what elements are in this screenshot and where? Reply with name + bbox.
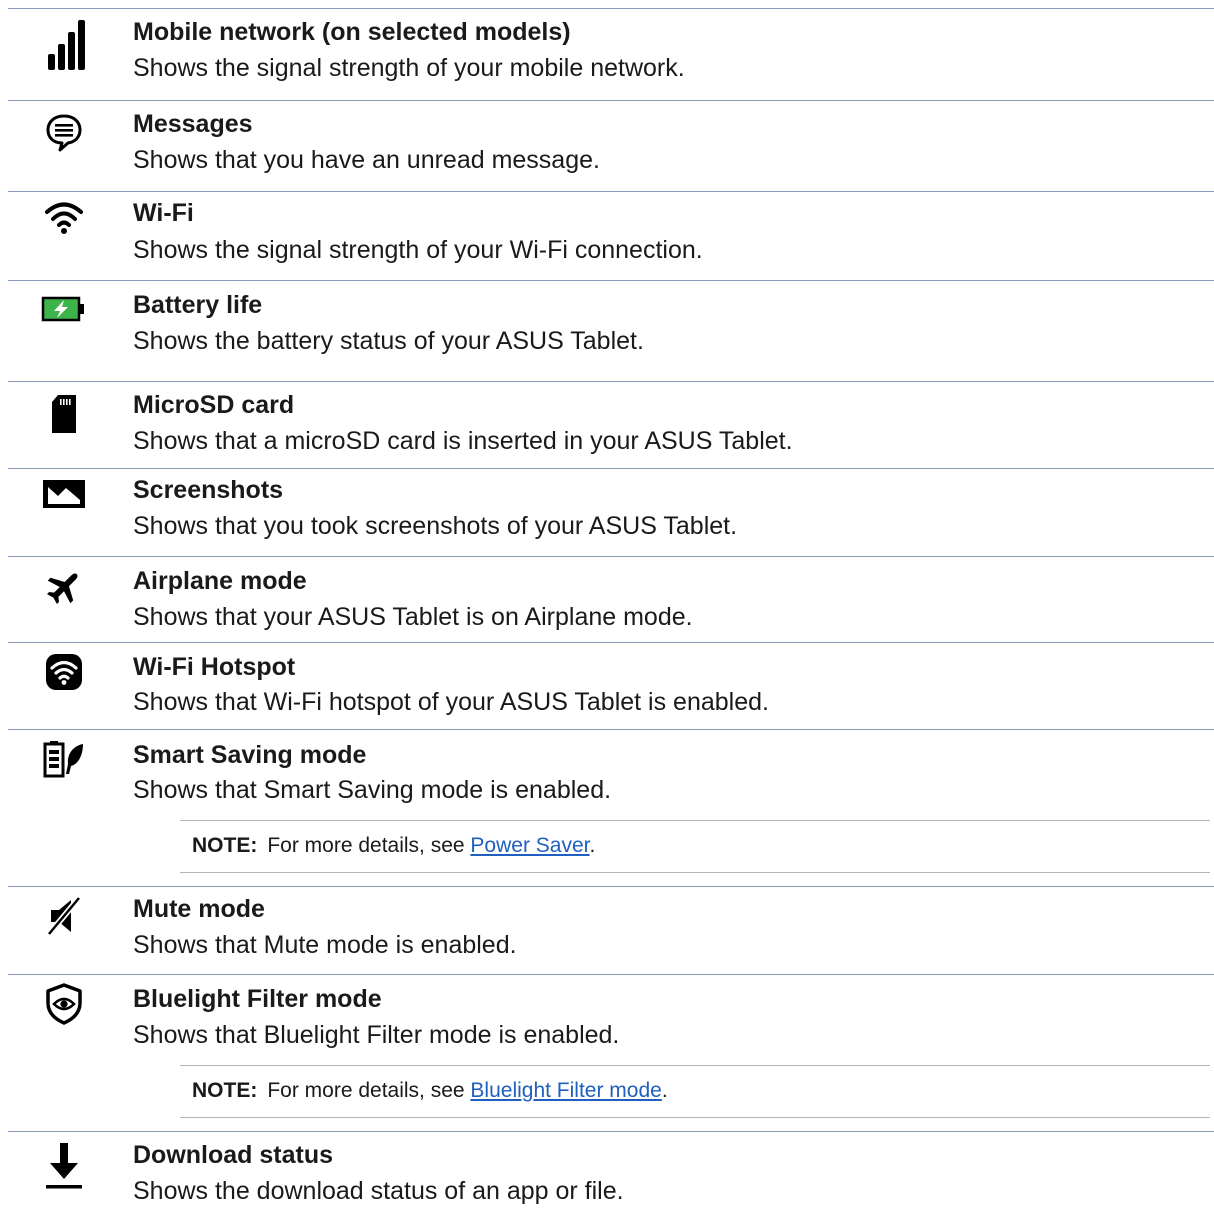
message-bubble-icon bbox=[36, 112, 92, 164]
item-description: Shows that a microSD card is inserted in… bbox=[133, 427, 793, 455]
item-description: Shows that you took screenshots of your … bbox=[133, 512, 738, 540]
divider bbox=[8, 280, 1214, 281]
note-text: For more details, see bbox=[267, 834, 471, 857]
microsd-card-icon bbox=[36, 394, 92, 446]
note-label: NOTE: bbox=[192, 1079, 258, 1102]
divider bbox=[8, 100, 1214, 101]
bluelight-filter-link[interactable]: Bluelight Filter mode bbox=[470, 1079, 661, 1102]
divider bbox=[8, 556, 1214, 557]
divider bbox=[8, 642, 1214, 643]
note-period: . bbox=[661, 1079, 668, 1102]
shield-eye-icon bbox=[36, 983, 92, 1035]
mute-speaker-icon bbox=[36, 896, 92, 948]
item-title: Mobile network (on selected models) bbox=[133, 18, 571, 46]
divider bbox=[8, 974, 1214, 975]
item-description: Shows that Smart Saving mode is enabled. bbox=[133, 776, 612, 804]
note-divider bbox=[180, 820, 1210, 821]
item-description: Shows the download status of an app or f… bbox=[133, 1177, 624, 1205]
divider bbox=[8, 191, 1214, 192]
battery-leaf-icon bbox=[36, 740, 92, 792]
item-title: Wi-Fi Hotspot bbox=[133, 653, 296, 681]
divider bbox=[8, 381, 1214, 382]
note: NOTE: For more details, see Power Saver. bbox=[192, 833, 595, 859]
power-saver-link[interactable]: Power Saver bbox=[470, 834, 589, 857]
item-title: Bluelight Filter mode bbox=[133, 985, 382, 1013]
battery-charging-icon bbox=[36, 296, 92, 348]
note-text: For more details, see bbox=[267, 1079, 471, 1102]
note-divider bbox=[180, 872, 1210, 873]
note-divider bbox=[180, 1117, 1210, 1118]
item-description: Shows that Wi-Fi hotspot of your ASUS Ta… bbox=[133, 688, 769, 716]
item-title: Smart Saving mode bbox=[133, 741, 367, 769]
divider bbox=[8, 886, 1214, 887]
divider bbox=[8, 1131, 1214, 1132]
wifi-icon bbox=[36, 200, 92, 252]
item-title: Battery life bbox=[133, 291, 263, 319]
item-description: Shows the battery status of your ASUS Ta… bbox=[133, 327, 644, 355]
item-title: Download status bbox=[133, 1141, 334, 1169]
item-description: Shows that Bluelight Filter mode is enab… bbox=[133, 1021, 620, 1049]
item-title: MicroSD card bbox=[133, 391, 295, 419]
item-title: Wi-Fi bbox=[133, 199, 194, 227]
item-description: Shows that Mute mode is enabled. bbox=[133, 931, 517, 959]
download-arrow-icon bbox=[36, 1141, 92, 1193]
item-description: Shows the signal strength of your Wi-Fi … bbox=[133, 236, 703, 264]
item-title: Screenshots bbox=[133, 476, 284, 504]
item-description: Shows that you have an unread message. bbox=[133, 146, 600, 174]
item-description: Shows the signal strength of your mobile… bbox=[133, 54, 685, 82]
airplane-icon bbox=[36, 567, 92, 619]
note: NOTE: For more details, see Bluelight Fil… bbox=[192, 1078, 668, 1104]
divider bbox=[8, 8, 1214, 9]
divider bbox=[8, 468, 1214, 469]
item-title: Airplane mode bbox=[133, 567, 307, 595]
note-period: . bbox=[589, 834, 596, 857]
item-title: Mute mode bbox=[133, 895, 265, 923]
item-description: Shows that your ASUS Tablet is on Airpla… bbox=[133, 603, 693, 631]
signal-bars-icon bbox=[36, 20, 92, 72]
item-title: Messages bbox=[133, 110, 253, 138]
divider bbox=[8, 729, 1214, 730]
note-divider bbox=[180, 1065, 1210, 1066]
screenshot-image-icon bbox=[36, 479, 92, 531]
note-label: NOTE: bbox=[192, 834, 258, 857]
wifi-hotspot-icon bbox=[36, 653, 92, 705]
